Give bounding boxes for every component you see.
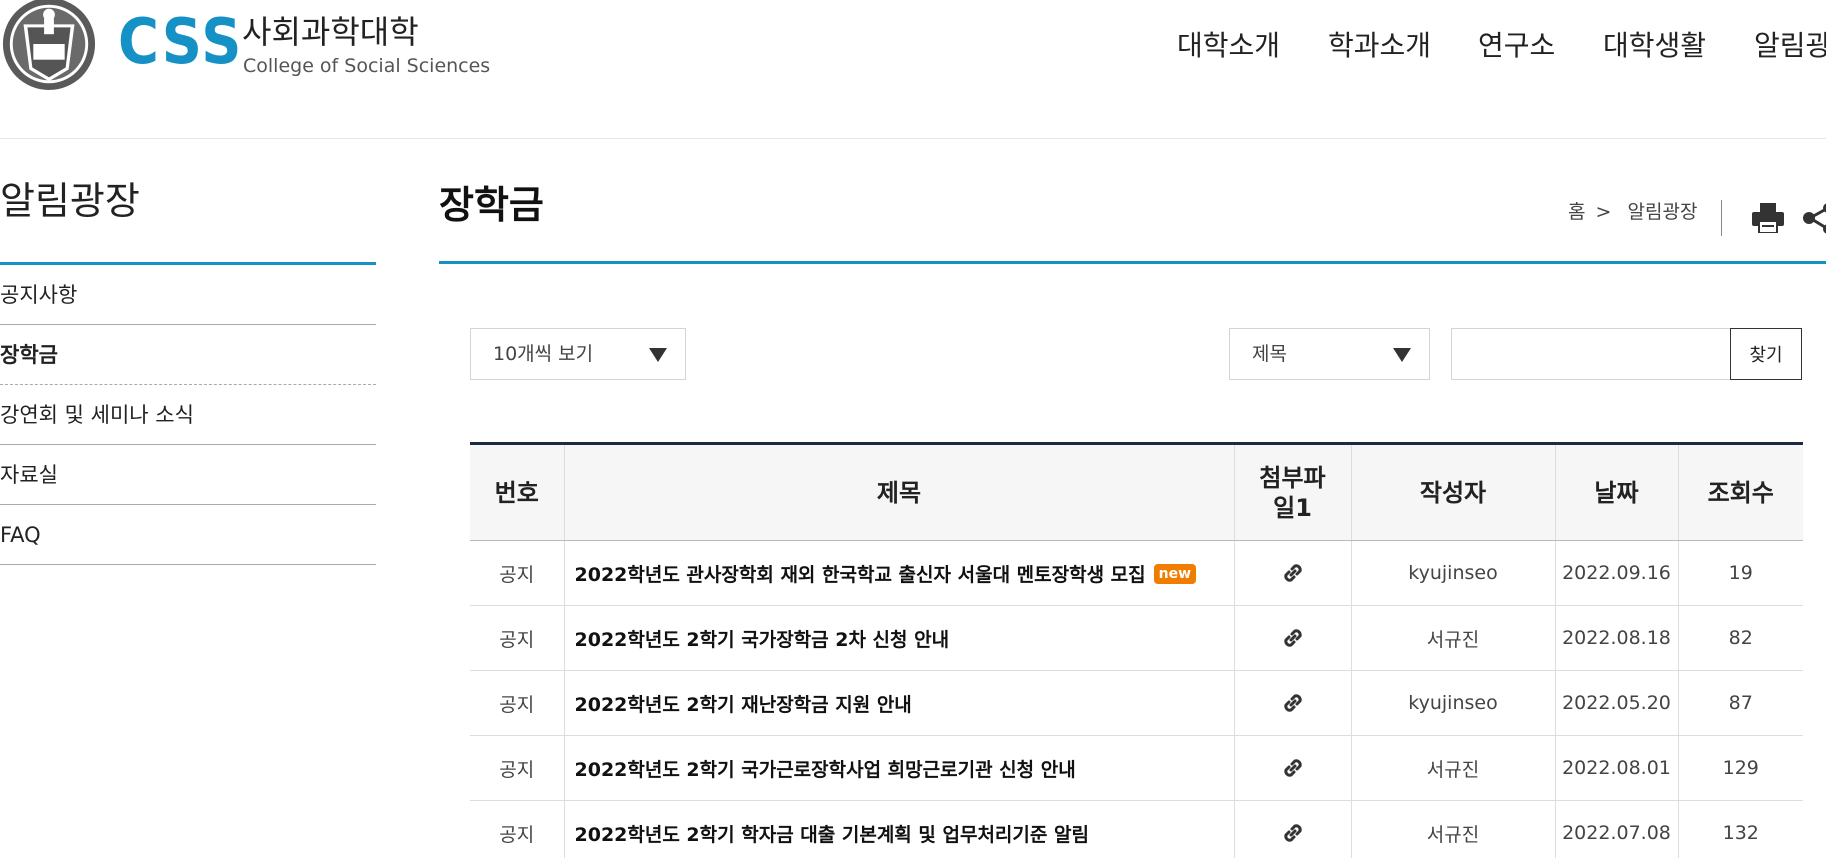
row-author: 서규진 <box>1350 735 1555 801</box>
row-title-cell[interactable]: 2022학년도 2학기 국가근로장학사업 희망근로기관 신청 안내 <box>563 735 1234 801</box>
row-attachment <box>1233 800 1351 858</box>
page-size-select-value: 10개씩 보기 <box>493 343 594 365</box>
row-title-cell[interactable]: 2022학년도 2학기 국가장학금 2차 신청 안내 <box>563 605 1234 671</box>
new-badge: new <box>1153 563 1197 584</box>
row-title-link[interactable]: 2022학년도 2학기 학자금 대출 기본계획 및 업무처리기준 알림 <box>575 824 1089 846</box>
attachment-link-icon[interactable] <box>1280 625 1306 651</box>
row-title-cell[interactable]: 2022학년도 2학기 재난장학금 지원 안내 <box>563 670 1234 736</box>
table-row[interactable]: 공지 2022학년도 관사장학회 재외 한국학교 출신자 서울대 멘토장학생 모집… <box>470 540 1803 606</box>
css-logo[interactable]: CSS <box>118 10 243 74</box>
table-row[interactable]: 공지 2022학년도 2학기 국가장학금 2차 신청 안내 서규진 2022.08.1… <box>470 605 1803 671</box>
sidebar-item-lectures-seminars[interactable]: 강연회 및 세미나 소식 <box>0 385 376 445</box>
row-views: 82 <box>1677 605 1803 671</box>
row-title-cell[interactable]: 2022학년도 2학기 학자금 대출 기본계획 및 업무처리기준 알림 <box>563 800 1234 858</box>
dropdown-arrow-icon <box>649 348 667 362</box>
nav-item-about-college[interactable]: 대학소개 <box>1177 26 1280 66</box>
row-date: 2022.09.16 <box>1554 540 1678 606</box>
scholarship-board-table: 번호 제목 첨부파일1 작성자 날짜 조회수 공지 2022학년도 관사장학회 재… <box>470 442 1803 858</box>
row-attachment <box>1233 540 1351 606</box>
table-body: 공지 2022학년도 관사장학회 재외 한국학교 출신자 서울대 멘토장학생 모집… <box>470 540 1803 858</box>
row-date: 2022.05.20 <box>1554 670 1678 736</box>
row-date: 2022.08.01 <box>1554 735 1678 801</box>
row-title-link[interactable]: 2022학년도 2학기 국가근로장학사업 희망근로기관 신청 안내 <box>575 759 1076 781</box>
row-number: 공지 <box>470 540 564 606</box>
attachment-link-icon[interactable] <box>1280 755 1306 781</box>
breadcrumb-separator: > <box>1595 201 1612 223</box>
nav-item-notices[interactable]: 알림광장 <box>1754 26 1826 66</box>
row-author: kyujinseo <box>1350 540 1555 606</box>
sidebar-item-notices[interactable]: 공지사항 <box>0 265 376 325</box>
row-author: kyujinseo <box>1350 670 1555 736</box>
nav-item-campus-life[interactable]: 대학생활 <box>1603 26 1706 66</box>
breadcrumb: 홈 > 알림광장 <box>1568 198 1697 226</box>
table-row[interactable]: 공지 2022학년도 2학기 국가근로장학사업 희망근로기관 신청 안내 서규진 20… <box>470 735 1803 801</box>
sidebar-item-archive[interactable]: 자료실 <box>0 445 376 505</box>
column-header-number: 번호 <box>470 443 564 541</box>
search-input[interactable] <box>1451 328 1731 380</box>
row-author: 서규진 <box>1350 605 1555 671</box>
dropdown-arrow-icon <box>1393 348 1411 362</box>
row-author: 서규진 <box>1350 800 1555 858</box>
attachment-link-icon[interactable] <box>1280 820 1306 846</box>
column-header-views: 조회수 <box>1677 443 1803 541</box>
print-icon[interactable] <box>1752 203 1784 233</box>
row-views: 132 <box>1677 800 1803 858</box>
search-field-select[interactable]: 제목 <box>1229 328 1430 380</box>
share-icon[interactable] <box>1802 202 1826 234</box>
row-views: 129 <box>1677 735 1803 801</box>
nav-item-departments[interactable]: 학과소개 <box>1328 26 1431 66</box>
row-title-link[interactable]: 2022학년도 관사장학회 재외 한국학교 출신자 서울대 멘토장학생 모집 <box>575 564 1146 586</box>
column-header-author: 작성자 <box>1350 443 1555 541</box>
row-date: 2022.07.08 <box>1554 800 1678 858</box>
row-views: 19 <box>1677 540 1803 606</box>
row-number: 공지 <box>470 800 564 858</box>
breadcrumb-current[interactable]: 알림광장 <box>1628 201 1698 223</box>
university-seal-logo[interactable] <box>0 0 98 94</box>
row-number: 공지 <box>470 735 564 801</box>
row-date: 2022.08.18 <box>1554 605 1678 671</box>
sidebar-item-faq[interactable]: FAQ <box>0 505 376 565</box>
page-size-select[interactable]: 10개씩 보기 <box>470 328 686 380</box>
site-header: CSS 사회과학대학 College of Social Sciences 대학… <box>0 0 1826 139</box>
sidebar-menu: 공지사항 장학금 강연회 및 세미나 소식 자료실 FAQ <box>0 262 376 565</box>
sidebar-title: 알림광장 <box>0 179 140 223</box>
nav-item-research-institutes[interactable]: 연구소 <box>1478 26 1555 66</box>
college-name-korean[interactable]: 사회과학대학 <box>242 12 419 52</box>
sidebar-item-scholarship[interactable]: 장학금 <box>0 325 376 385</box>
row-number: 공지 <box>470 670 564 736</box>
college-name-english[interactable]: College of Social Sciences <box>243 54 490 78</box>
row-attachment <box>1233 670 1351 736</box>
content-header-divider <box>439 261 1826 264</box>
search-button[interactable]: 찾기 <box>1730 328 1802 380</box>
row-title-link[interactable]: 2022학년도 2학기 국가장학금 2차 신청 안내 <box>575 629 950 651</box>
row-title-link[interactable]: 2022학년도 2학기 재난장학금 지원 안내 <box>575 694 912 716</box>
column-header-title: 제목 <box>563 443 1234 541</box>
row-views: 87 <box>1677 670 1803 736</box>
row-number: 공지 <box>470 605 564 671</box>
page-title: 장학금 <box>439 183 544 227</box>
attachment-link-icon[interactable] <box>1280 690 1306 716</box>
breadcrumb-home[interactable]: 홈 <box>1568 201 1585 223</box>
row-attachment <box>1233 735 1351 801</box>
breadcrumb-divider <box>1721 200 1722 236</box>
table-row[interactable]: 공지 2022학년도 2학기 학자금 대출 기본계획 및 업무처리기준 알림 서규진… <box>470 800 1803 858</box>
search-field-select-value: 제목 <box>1252 343 1287 365</box>
table-row[interactable]: 공지 2022학년도 2학기 재난장학금 지원 안내 kyujinseo 2022.0… <box>470 670 1803 736</box>
row-attachment <box>1233 605 1351 671</box>
row-title-cell[interactable]: 2022학년도 관사장학회 재외 한국학교 출신자 서울대 멘토장학생 모집 ne… <box>563 540 1234 606</box>
attachment-link-icon[interactable] <box>1280 560 1306 586</box>
column-header-attachment: 첨부파일1 <box>1233 443 1351 541</box>
table-header-row: 번호 제목 첨부파일1 작성자 날짜 조회수 <box>470 443 1803 541</box>
column-header-date: 날짜 <box>1554 443 1678 541</box>
